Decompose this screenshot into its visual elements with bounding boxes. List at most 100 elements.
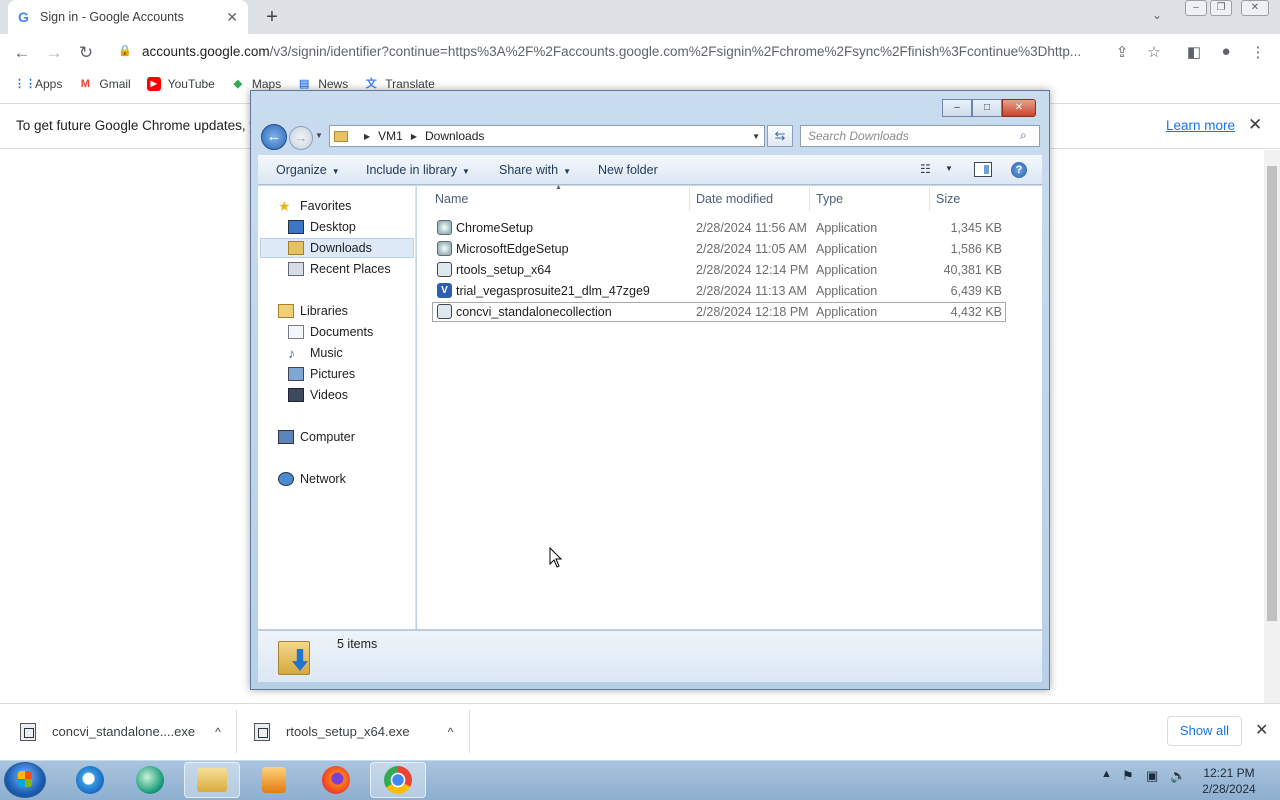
column-header-type[interactable]: Type — [816, 192, 843, 206]
explorer-search-input[interactable]: Search Downloads — [800, 125, 1040, 147]
back-arrow-icon[interactable]: ← — [12, 43, 32, 63]
taskbar-app[interactable] — [122, 762, 178, 798]
nav-network[interactable]: Network — [278, 469, 346, 489]
preview-pane-icon[interactable] — [974, 162, 992, 177]
column-header-name[interactable]: Name — [435, 192, 468, 206]
taskbar-chrome[interactable] — [370, 762, 426, 798]
chevron-up-icon[interactable]: ^ — [448, 725, 454, 739]
new-folder-button[interactable]: New folder — [598, 163, 658, 177]
organize-label: Organize — [276, 163, 327, 177]
file-row-selected[interactable]: concvi_standalonecollection 2/28/2024 12… — [432, 302, 1006, 322]
nav-label: Computer — [300, 430, 355, 444]
bookmark-apps[interactable]: ⋮⋮ Apps — [14, 77, 62, 91]
bookmark-maps[interactable]: ◆ Maps — [231, 77, 282, 91]
bookmark-label: Maps — [251, 77, 282, 91]
gmail-icon: M — [80, 78, 90, 90]
share-with-button[interactable]: Share with ▼ — [499, 163, 571, 177]
column-divider[interactable] — [689, 187, 690, 211]
side-panel-icon[interactable]: ◧ — [1184, 43, 1204, 61]
browser-close-button[interactable]: ✕ — [1241, 0, 1269, 16]
column-header-date[interactable]: Date modified — [696, 192, 773, 206]
share-icon[interactable]: ⇪ — [1112, 43, 1132, 61]
include-in-library-button[interactable]: Include in library ▼ — [366, 163, 470, 177]
nav-pictures[interactable]: Pictures — [288, 364, 355, 384]
nav-music[interactable]: ♪ Music — [288, 343, 343, 363]
tab-search-chevron-icon[interactable]: ⌄ — [1152, 8, 1162, 22]
nav-libraries[interactable]: Libraries — [278, 301, 348, 321]
nav-computer[interactable]: Computer — [278, 427, 355, 447]
file-row[interactable]: MicrosoftEdgeSetup 2/28/2024 11:05 AM Ap… — [432, 239, 1006, 259]
new-tab-button[interactable]: + — [262, 6, 282, 29]
taskbar-media-player[interactable] — [246, 762, 302, 798]
action-center-flag-icon[interactable]: ⚑ — [1122, 768, 1134, 784]
explorer-forward-button[interactable]: → — [289, 126, 313, 150]
start-button[interactable] — [4, 762, 46, 798]
profile-icon[interactable]: ● — [1216, 43, 1236, 60]
download-item[interactable]: rtools_setup_x64.exe ^ — [254, 703, 453, 760]
firefox-icon — [322, 766, 350, 794]
file-row[interactable]: ChromeSetup 2/28/2024 11:56 AM Applicati… — [432, 218, 1006, 238]
bookmark-gmail[interactable]: M Gmail — [78, 77, 131, 91]
browser-restore-button[interactable]: ❐ — [1210, 0, 1232, 16]
nav-desktop[interactable]: Desktop — [288, 217, 356, 237]
reload-icon[interactable]: ↻ — [76, 43, 96, 63]
explorer-close-button[interactable]: ✕ — [1002, 99, 1036, 117]
lock-icon[interactable]: 🔒 — [118, 44, 132, 57]
breadcrumb-downloads[interactable]: Downloads — [425, 129, 484, 143]
infobar-close-icon[interactable]: ✕ — [1248, 115, 1262, 135]
file-name: concvi_standalonecollection — [456, 305, 612, 319]
organize-button[interactable]: Organize ▼ — [276, 163, 340, 177]
breadcrumb-arrow-icon[interactable]: ▶ — [364, 132, 370, 141]
setup-icon — [20, 722, 36, 741]
column-divider[interactable] — [929, 187, 930, 211]
taskbar-internet-explorer[interactable] — [62, 762, 118, 798]
browser-minimize-button[interactable]: – — [1185, 0, 1207, 16]
explorer-address-bar[interactable]: ▶ VM1 ▶ Downloads ▼ — [329, 125, 765, 147]
downloads-folder-icon — [288, 241, 304, 255]
address-bar[interactable]: accounts.google.com/v3/signin/identifier… — [142, 44, 1102, 59]
forward-arrow-icon[interactable]: → — [44, 43, 64, 63]
recent-locations-chevron-icon[interactable]: ▼ — [315, 131, 323, 140]
bookmark-star-icon[interactable]: ☆ — [1144, 43, 1164, 61]
column-header-size[interactable]: Size — [936, 192, 960, 206]
show-all-downloads-button[interactable]: Show all — [1167, 716, 1242, 746]
breadcrumb-arrow-icon[interactable]: ▶ — [411, 132, 417, 141]
chevron-up-icon[interactable]: ^ — [215, 725, 221, 739]
file-type: Application — [816, 284, 878, 298]
nav-favorites[interactable]: ★ Favorites — [278, 196, 351, 216]
download-item[interactable]: concvi_standalone....exe ^ — [20, 703, 221, 760]
taskbar-windows-explorer[interactable] — [184, 762, 240, 798]
menu-kebab-icon[interactable]: ⋮ — [1248, 43, 1268, 61]
file-row[interactable]: V trial_vegasprosuite21_dlm_47zge9 2/28/… — [432, 281, 1006, 301]
explorer-maximize-button[interactable]: □ — [972, 99, 1002, 117]
show-hidden-icons-icon[interactable]: ▲ — [1101, 768, 1112, 780]
bookmark-translate[interactable]: 文 Translate — [364, 77, 435, 91]
breadcrumb-vm1[interactable]: VM1 — [378, 129, 403, 143]
explorer-refresh-button[interactable]: ⇆ — [767, 125, 793, 147]
taskbar-firefox[interactable] — [308, 762, 364, 798]
change-view-icon[interactable]: ☷ — [920, 162, 931, 176]
file-row[interactable]: rtools_setup_x64 2/28/2024 12:14 PM Appl… — [432, 260, 1006, 280]
learn-more-link[interactable]: Learn more — [1166, 118, 1235, 133]
nav-documents[interactable]: Documents — [288, 322, 373, 342]
bookmark-youtube[interactable]: ▶ YouTube — [146, 77, 215, 91]
volume-muted-icon[interactable]: 🔈 — [1170, 768, 1186, 784]
network-tray-icon[interactable]: ▣ — [1146, 768, 1158, 784]
page-scrollbar-thumb[interactable] — [1267, 166, 1277, 621]
nav-downloads[interactable]: Downloads — [288, 238, 372, 258]
explorer-minimize-button[interactable]: – — [942, 99, 972, 117]
system-clock[interactable]: 12:21 PM 2/28/2024 — [1196, 765, 1262, 797]
file-size: 4,432 KB — [950, 305, 1002, 319]
search-icon[interactable]: ⌕ — [1020, 128, 1027, 143]
tab-close-icon[interactable]: ✕ — [226, 9, 238, 26]
browser-tab[interactable]: G Sign in - Google Accounts ✕ — [8, 0, 248, 34]
explorer-back-button[interactable]: ← — [261, 124, 287, 150]
address-dropdown-icon[interactable]: ▼ — [752, 132, 760, 141]
help-icon[interactable]: ? — [1011, 162, 1027, 178]
downloads-close-icon[interactable]: ✕ — [1255, 720, 1268, 740]
bookmark-news[interactable]: ▤ News — [297, 77, 348, 91]
column-divider[interactable] — [809, 187, 810, 211]
nav-videos[interactable]: Videos — [288, 385, 348, 405]
view-options-chevron-icon[interactable]: ▼ — [945, 164, 953, 173]
nav-recent-places[interactable]: Recent Places — [288, 259, 391, 279]
